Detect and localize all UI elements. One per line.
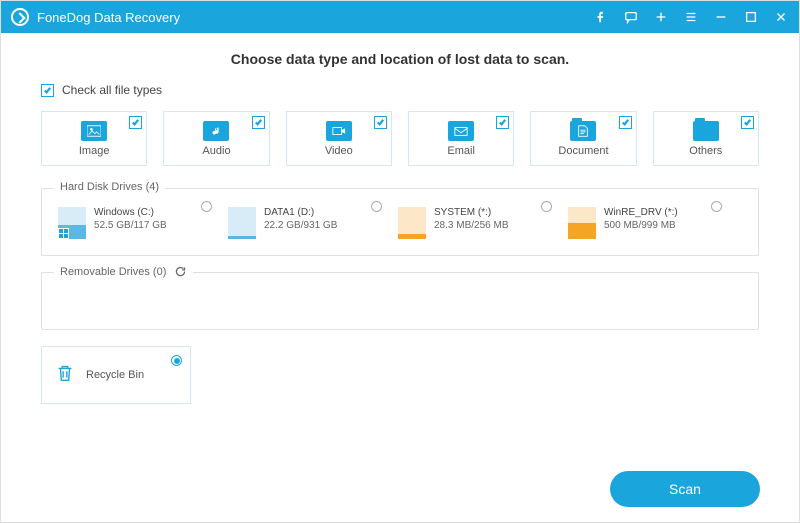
drive-item[interactable]: DATA1 (D:) 22.2 GB/931 GB xyxy=(228,203,388,243)
minimize-icon[interactable] xyxy=(713,9,729,25)
type-checkbox[interactable] xyxy=(496,116,509,129)
app-logo: FoneDog Data Recovery xyxy=(11,8,180,26)
removable-title-text: Removable Drives (0) xyxy=(60,266,166,278)
drive-icon xyxy=(568,207,596,239)
app-title: FoneDog Data Recovery xyxy=(37,10,180,25)
check-all-checkbox[interactable] xyxy=(41,84,54,97)
drive-icon xyxy=(398,207,426,239)
titlebar: FoneDog Data Recovery xyxy=(1,1,799,33)
drive-name: Windows (C:) xyxy=(94,207,167,218)
drive-info: WinRE_DRV (*:) 500 MB/999 MB xyxy=(604,207,678,239)
type-checkbox[interactable] xyxy=(619,116,632,129)
email-icon xyxy=(448,121,474,141)
windows-badge-icon xyxy=(58,228,69,239)
type-card-others[interactable]: Others xyxy=(653,111,759,166)
removable-section: Removable Drives (0) xyxy=(41,272,759,330)
type-checkbox[interactable] xyxy=(252,116,265,129)
drive-info: Windows (C:) 52.5 GB/117 GB xyxy=(94,207,167,239)
maximize-icon[interactable] xyxy=(743,9,759,25)
drive-radio[interactable] xyxy=(541,201,552,212)
drive-size: 52.5 GB/117 GB xyxy=(94,220,167,231)
trash-icon xyxy=(54,361,76,390)
scan-button[interactable]: Scan xyxy=(610,471,760,507)
type-card-image[interactable]: Image xyxy=(41,111,147,166)
document-icon xyxy=(570,121,596,141)
type-label: Audio xyxy=(202,145,230,157)
recycle-label: Recycle Bin xyxy=(86,369,144,381)
close-icon[interactable] xyxy=(773,9,789,25)
page-heading: Choose data type and location of lost da… xyxy=(41,51,759,67)
type-checkbox[interactable] xyxy=(374,116,387,129)
drive-item[interactable]: SYSTEM (*:) 28.3 MB/256 MB xyxy=(398,203,558,243)
removable-title: Removable Drives (0) xyxy=(54,265,193,278)
type-label: Document xyxy=(558,145,608,157)
others-icon xyxy=(693,121,719,141)
drive-size: 28.3 MB/256 MB xyxy=(434,220,508,231)
type-card-document[interactable]: Document xyxy=(530,111,636,166)
drive-name: DATA1 (D:) xyxy=(264,207,337,218)
menu-icon[interactable] xyxy=(683,9,699,25)
drive-info: DATA1 (D:) 22.2 GB/931 GB xyxy=(264,207,337,239)
drive-radio[interactable] xyxy=(371,201,382,212)
type-label: Others xyxy=(689,145,722,157)
file-type-grid: Image Audio Video Email Document Others xyxy=(41,111,759,166)
drive-name: WinRE_DRV (*:) xyxy=(604,207,678,218)
drive-icon xyxy=(228,207,256,239)
facebook-icon[interactable] xyxy=(593,9,609,25)
drive-name: SYSTEM (*:) xyxy=(434,207,508,218)
drive-icon xyxy=(58,207,86,239)
type-checkbox[interactable] xyxy=(129,116,142,129)
drive-info: SYSTEM (*:) 28.3 MB/256 MB xyxy=(434,207,508,239)
hdd-section: Hard Disk Drives (4) Windows (C:) 52.5 G… xyxy=(41,188,759,256)
audio-icon xyxy=(203,121,229,141)
type-card-email[interactable]: Email xyxy=(408,111,514,166)
drive-size: 500 MB/999 MB xyxy=(604,220,678,231)
type-card-audio[interactable]: Audio xyxy=(163,111,269,166)
plus-icon[interactable] xyxy=(653,9,669,25)
type-label: Image xyxy=(79,145,110,157)
type-label: Video xyxy=(325,145,353,157)
check-all-row[interactable]: Check all file types xyxy=(41,83,759,97)
recycle-bin-card[interactable]: Recycle Bin xyxy=(41,346,191,404)
hdd-drives: Windows (C:) 52.5 GB/117 GB DATA1 (D:) 2… xyxy=(58,203,742,243)
type-label: Email xyxy=(447,145,475,157)
check-all-label: Check all file types xyxy=(62,83,162,97)
drive-item[interactable]: WinRE_DRV (*:) 500 MB/999 MB xyxy=(568,203,728,243)
hdd-title: Hard Disk Drives (4) xyxy=(54,181,165,193)
titlebar-controls xyxy=(593,9,789,25)
refresh-icon[interactable] xyxy=(174,265,187,278)
drive-size: 22.2 GB/931 GB xyxy=(264,220,337,231)
video-icon xyxy=(326,121,352,141)
type-card-video[interactable]: Video xyxy=(286,111,392,166)
recycle-radio[interactable] xyxy=(171,355,182,366)
type-checkbox[interactable] xyxy=(741,116,754,129)
drive-radio[interactable] xyxy=(711,201,722,212)
drive-item[interactable]: Windows (C:) 52.5 GB/117 GB xyxy=(58,203,218,243)
logo-icon xyxy=(11,8,29,26)
recycle-row: Recycle Bin xyxy=(41,346,759,404)
drive-radio[interactable] xyxy=(201,201,212,212)
feedback-icon[interactable] xyxy=(623,9,639,25)
main-content: Choose data type and location of lost da… xyxy=(1,33,799,414)
image-icon xyxy=(81,121,107,141)
